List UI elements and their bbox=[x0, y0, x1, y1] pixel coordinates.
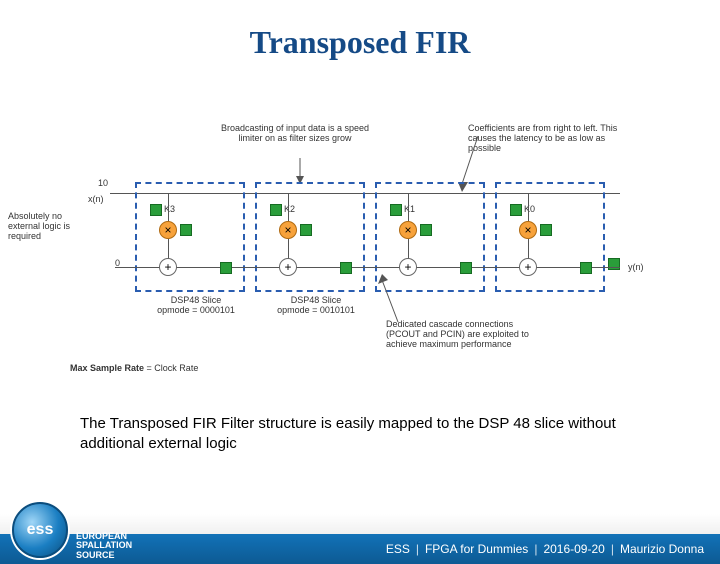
footer-sep-1: | bbox=[416, 542, 419, 556]
annotation-cascade: Dedicated cascade connections (PCOUT and… bbox=[386, 320, 546, 350]
pipe-reg-1 bbox=[340, 262, 352, 274]
footer-author: Maurizio Donna bbox=[620, 542, 704, 556]
slice-label-1: DSP48 Slice opmode = 0010101 bbox=[266, 296, 366, 316]
annotation-no-external: Absolutely no external logic is required bbox=[8, 212, 96, 242]
coef-label-0: K3 bbox=[164, 204, 175, 214]
transposed-fir-diagram: Broadcasting of input data is a speed li… bbox=[80, 124, 650, 379]
adder-3: + bbox=[519, 258, 537, 276]
dsp48-slice-1 bbox=[255, 182, 365, 292]
footer-sep-3: | bbox=[611, 542, 614, 556]
adder-0: + bbox=[159, 258, 177, 276]
dsp48-slice-0 bbox=[135, 182, 245, 292]
slide-footer: ESS | FPGA for Dummies | 2016-09-20 | Ma… bbox=[0, 504, 720, 564]
max-rate-label: Max Sample Rate = Clock Rate bbox=[70, 364, 198, 374]
dsp48-slice-3 bbox=[495, 182, 605, 292]
arrow-up-icon bbox=[378, 274, 408, 324]
output-register bbox=[608, 258, 620, 270]
coef-reg-1 bbox=[270, 204, 282, 216]
prod-reg-3 bbox=[540, 224, 552, 236]
adder-1: + bbox=[279, 258, 297, 276]
signal-in-label: x(n) bbox=[88, 194, 104, 204]
multiplier-2: × bbox=[399, 221, 417, 239]
coef-label-2: K1 bbox=[404, 204, 415, 214]
coef-label-1: K2 bbox=[284, 204, 295, 214]
arrow-down-icon bbox=[290, 158, 310, 184]
footer-date: 2016-09-20 bbox=[543, 542, 604, 556]
slice-label-0: DSP48 Slice opmode = 0000101 bbox=[146, 296, 246, 316]
input-width: 10 bbox=[98, 178, 108, 188]
slice-line2-0: opmode = 0000101 bbox=[157, 305, 235, 315]
slide-title: Transposed FIR bbox=[0, 24, 720, 61]
slice-line2-1: opmode = 0010101 bbox=[277, 305, 355, 315]
footer-org: ESS bbox=[386, 542, 410, 556]
ess-logo-line-2: SOURCE bbox=[76, 550, 115, 560]
multiplier-0: × bbox=[159, 221, 177, 239]
prod-reg-1 bbox=[300, 224, 312, 236]
max-rate-b: = Clock Rate bbox=[147, 363, 199, 373]
slide-caption: The Transposed FIR Filter structure is e… bbox=[80, 414, 640, 455]
footer-talk: FPGA for Dummies bbox=[425, 542, 528, 556]
slice-line1-0: DSP48 Slice bbox=[171, 295, 222, 305]
zero-input: 0 bbox=[115, 258, 120, 268]
prod-reg-0 bbox=[180, 224, 192, 236]
multiplier-3: × bbox=[519, 221, 537, 239]
annotation-coeffs: Coefficients are from right to left. Thi… bbox=[468, 124, 618, 154]
coef-label-3: K0 bbox=[524, 204, 535, 214]
coef-reg-2 bbox=[390, 204, 402, 216]
coef-reg-3 bbox=[510, 204, 522, 216]
annotation-broadcast: Broadcasting of input data is a speed li… bbox=[215, 124, 375, 144]
signal-out-label: y(n) bbox=[628, 262, 644, 272]
pipe-reg-3 bbox=[580, 262, 592, 274]
pipe-reg-0 bbox=[220, 262, 232, 274]
slice-line1-1: DSP48 Slice bbox=[291, 295, 342, 305]
ess-logo-text: EUROPEAN SPALLATION SOURCE bbox=[76, 532, 132, 560]
pipe-reg-2 bbox=[460, 262, 472, 274]
ess-logo-icon: ess bbox=[12, 502, 68, 558]
multiplier-1: × bbox=[279, 221, 297, 239]
footer-sep-2: | bbox=[534, 542, 537, 556]
prod-reg-2 bbox=[420, 224, 432, 236]
coef-reg-0 bbox=[150, 204, 162, 216]
max-rate-a: Max Sample Rate bbox=[70, 363, 144, 373]
